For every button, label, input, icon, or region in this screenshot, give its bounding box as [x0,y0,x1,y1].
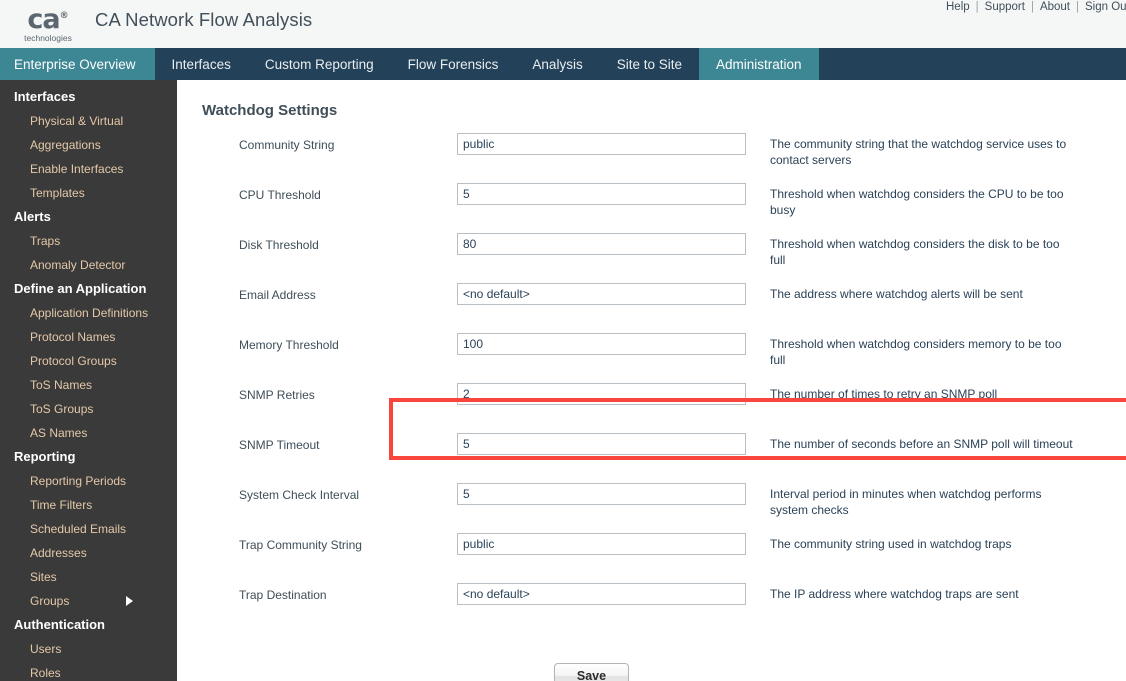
field-description: Threshold when watchdog considers the CP… [770,187,1064,217]
field-label: CPU Threshold [239,188,321,202]
sidebar-item-enable-interfaces[interactable]: Enable Interfaces [0,157,177,181]
sign-out-link[interactable]: Sign Out [1079,1,1126,13]
form-row-memory-threshold: Memory Threshold Threshold when watchdog… [177,333,1126,383]
sidebar-item-protocol-groups[interactable]: Protocol Groups [0,349,177,373]
field-description: The number of times to retry an SNMP pol… [770,387,998,401]
tab-flow-forensics[interactable]: Flow Forensics [390,48,516,80]
sidebar-heading-reporting: Reporting [14,449,76,464]
field-label: System Check Interval [239,488,360,502]
tab-analysis[interactable]: Analysis [515,48,600,80]
page-body: Interfaces Physical & Virtual Aggregatio… [0,80,1126,681]
field-label: Email Address [239,288,316,302]
ca-logo-text: ca [27,4,60,35]
form-row-trap-community-string: Trap Community String The community stri… [177,533,1126,583]
ca-logo-subtitle: technologies [24,33,72,43]
sidebar-item-templates[interactable]: Templates [0,181,177,205]
sidebar-item-addresses[interactable]: Addresses [0,541,177,565]
watchdog-settings-form: Community String The community string th… [177,133,1126,681]
field-description: Interval period in minutes when watchdog… [770,487,1042,517]
section-title: Watchdog Settings [202,102,338,119]
sidebar-item-groups[interactable]: Groups [0,589,177,613]
sidebar-heading-interfaces: Interfaces [14,89,76,104]
form-row-community-string: Community String The community string th… [177,133,1126,183]
sidebar-heading-authentication: Authentication [14,617,105,632]
help-link[interactable]: Help [940,1,976,13]
sidebar-item-physical-virtual[interactable]: Physical & Virtual [0,109,177,133]
tab-custom-reporting[interactable]: Custom Reporting [247,48,391,80]
field-label: Trap Destination [239,588,327,602]
form-row-cpu-threshold: CPU Threshold Threshold when watchdog co… [177,183,1126,233]
save-button[interactable]: Save [553,663,630,681]
page-title: CA Network Flow Analysis [95,9,313,30]
sidebar-item-traps[interactable]: Traps [0,229,177,253]
about-link[interactable]: About [1034,1,1076,13]
snmp-timeout-input[interactable] [457,433,746,455]
disk-threshold-input[interactable] [457,233,746,255]
tab-enterprise-overview[interactable]: Enterprise Overview [0,48,155,80]
sidebar-item-scheduled-emails[interactable]: Scheduled Emails [0,517,177,541]
field-description: The IP address where watchdog traps are … [770,587,1019,601]
sidebar-item-application-definitions[interactable]: Application Definitions [0,301,177,325]
sidebar-item-users[interactable]: Users [0,637,177,661]
trap-destination-input[interactable] [457,583,746,605]
field-description: Threshold when watchdog considers the di… [770,237,1060,267]
field-description: The number of seconds before an SNMP pol… [770,437,1073,451]
support-link[interactable]: Support [979,1,1031,13]
sidebar-item-label: Groups [30,594,70,608]
tab-site-to-site[interactable]: Site to Site [599,48,699,80]
tab-administration[interactable]: Administration [699,48,819,80]
form-row-email-address: Email Address The address where watchdog… [177,283,1126,333]
email-address-input[interactable] [457,283,746,305]
form-row-snmp-retries: SNMP Retries The number of times to retr… [177,383,1126,433]
trap-community-string-input[interactable] [457,533,746,555]
sidebar-item-anomaly-detector[interactable]: Anomaly Detector [0,253,177,277]
ca-logo-mark: ca® [14,2,82,34]
form-row-snmp-timeout: SNMP Timeout The number of seconds befor… [177,433,1126,483]
form-row-trap-destination: Trap Destination The IP address where wa… [177,583,1126,633]
sidebar-item-time-filters[interactable]: Time Filters [0,493,177,517]
sidebar-item-sites[interactable]: Sites [0,565,177,589]
ca-logo: ca® technologies [14,2,82,43]
field-label: Disk Threshold [239,238,319,252]
field-label: Community String [239,138,335,152]
field-label: Trap Community String [239,538,362,552]
sidebar: Interfaces Physical & Virtual Aggregatio… [0,80,177,681]
sidebar-item-as-names[interactable]: AS Names [0,421,177,445]
app-header: ca® technologies CA Network Flow Analysi… [0,0,1126,48]
sidebar-item-tos-groups[interactable]: ToS Groups [0,397,177,421]
community-string-input[interactable] [457,133,746,155]
sidebar-item-aggregations[interactable]: Aggregations [0,133,177,157]
chevron-right-icon [126,596,133,606]
cpu-threshold-input[interactable] [457,183,746,205]
form-row-system-check-interval: System Check Interval Interval period in… [177,483,1126,533]
field-description: Threshold when watchdog considers memory… [770,337,1062,367]
field-label: SNMP Timeout [239,438,320,452]
sidebar-heading-alerts: Alerts [14,209,51,224]
tab-interfaces[interactable]: Interfaces [154,48,248,80]
main-content: Watchdog Settings Community String The c… [177,80,1126,681]
registered-mark-icon: ® [59,11,69,21]
main-navigation: Enterprise Overview Interfaces Custom Re… [0,48,1126,80]
system-check-interval-input[interactable] [457,483,746,505]
field-description: The community string that the watchdog s… [770,137,1067,167]
field-label: Memory Threshold [239,338,339,352]
field-label: SNMP Retries [239,388,315,402]
form-row-disk-threshold: Disk Threshold Threshold when watchdog c… [177,233,1126,283]
snmp-retries-input[interactable] [457,383,746,405]
sidebar-item-protocol-names[interactable]: Protocol Names [0,325,177,349]
form-actions: Save [57,663,1126,681]
field-description: The address where watchdog alerts will b… [770,287,1023,301]
sidebar-item-tos-names[interactable]: ToS Names [0,373,177,397]
utility-links: Help | Support | About | Sign Out [940,1,1126,13]
memory-threshold-input[interactable] [457,333,746,355]
sidebar-heading-define-an-application: Define an Application [14,281,147,296]
sidebar-item-reporting-periods[interactable]: Reporting Periods [0,469,177,493]
field-description: The community string used in watchdog tr… [770,537,1012,551]
